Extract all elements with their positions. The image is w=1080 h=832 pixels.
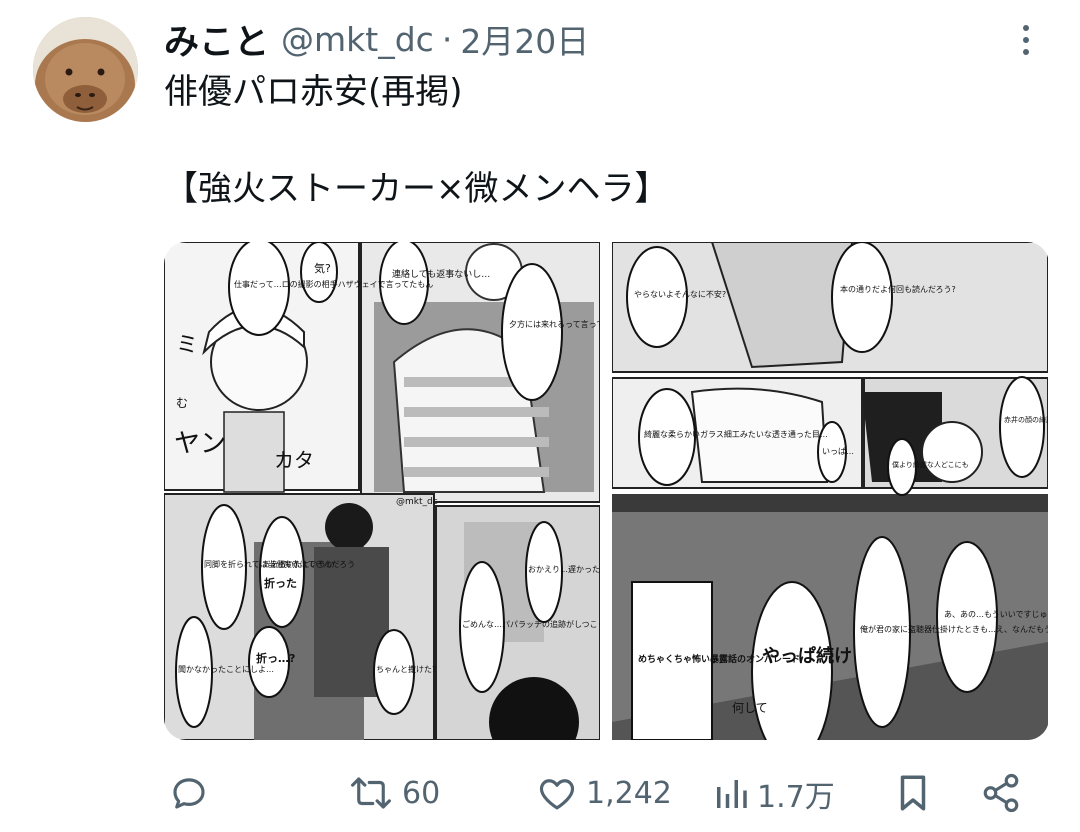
tweet-text-line2: 【強火ストーカー×微メンヘラ】 (164, 169, 669, 209)
manga-text: 本の通りだよ何回も読んだろう? (840, 284, 956, 294)
more-button[interactable] (1008, 20, 1044, 60)
views-button[interactable]: 1.7万 (713, 772, 835, 816)
share-button[interactable] (980, 772, 1022, 814)
like-icon (539, 779, 575, 810)
manga-text: ごめんな…パパラッチの追跡がしつこくて (462, 619, 600, 629)
manga-text: 夕方には来れるって言ってたのにもう夜だし…… (509, 319, 600, 329)
tweet-date[interactable]: 2月20日 (460, 15, 589, 63)
bookmark-button[interactable] (895, 772, 931, 814)
manga-text: カタ (274, 448, 314, 472)
retweet-button[interactable]: 60 (348, 772, 440, 814)
manga-text: 綺麗な柔らかいガラス細工みたいな透き通った目… (644, 429, 828, 439)
manga-text: 同脚を折られては当分魔赤はできんだろう (204, 559, 355, 569)
user-handle[interactable]: @mkt_dc (281, 20, 434, 59)
manga-text: 俺が君の家に盗聴器仕掛けたときも…え、なんだもういい? (860, 624, 1048, 634)
view-count: 1.7万 (757, 780, 835, 815)
manga-text: 折っ…? (256, 651, 295, 665)
manga-text: 何して (732, 701, 768, 715)
manga-text: 聞かなかったことにしよ… (178, 665, 274, 674)
media-grid: 気? 連絡しても返事ないし… 夕方には来れるって言ってたのにもう夜だし…… 仕事… (164, 242, 1049, 740)
manga-text: 赤井の顔の綺麗な人いっぱいいるから (1004, 415, 1048, 424)
manga-text: ちゃんと撒けた? (376, 664, 436, 674)
avatar-capybara-icon (33, 17, 138, 122)
manga-text: ミ (176, 333, 198, 358)
manga-text: む (176, 396, 188, 410)
manga-text: おかえり…遅かったですね (528, 565, 600, 574)
media-image-2[interactable]: 本の通りだよ何回も読んだろう? やらないよそんなに不安? 赤井の顔の綺麗な人いっ… (612, 242, 1048, 740)
share-icon (983, 773, 1019, 813)
bookmark-icon (900, 775, 926, 811)
reply-button[interactable] (168, 772, 218, 814)
action-bar: 60 1,242 1.7万 (0, 760, 1080, 830)
more-icon (1023, 25, 1029, 31)
manga-text: ヤン (174, 429, 226, 459)
retweet-count: 60 (402, 775, 441, 811)
like-count: 1,242 (586, 775, 672, 811)
watermark: @mkt_dc (396, 497, 438, 507)
avatar[interactable] (33, 17, 138, 122)
manga-text: 僕より綺麗な人どこにも (892, 460, 969, 469)
manga-text: やらないよそんなに不安? (634, 289, 726, 299)
manga-text: あ、あの…もういいですじゅうぶんです… (944, 610, 1048, 619)
manga-text: やっぱ続け (762, 645, 852, 667)
tweet-text: 俳優パロ赤安(再掲) 【強火ストーカー×微メンヘラ】 (164, 70, 1044, 212)
like-button[interactable]: 1,242 (536, 772, 672, 814)
display-name[interactable]: みこと (164, 14, 269, 65)
media-image-1[interactable]: 気? 連絡しても返事ないし… 夕方には来れるって言ってたのにもう夜だし…… 仕事… (164, 242, 600, 740)
views-icon (717, 780, 747, 808)
reply-icon (173, 778, 205, 809)
manga-text: 仕事だって…ロの撮影の相手ハザウェイで言ってたもん (234, 279, 433, 289)
separator-dot: · (441, 19, 453, 59)
manga-text: 連絡しても返事ないし… (392, 268, 490, 280)
tweet-text-line1: 俳優パロ赤安(再掲) (164, 72, 463, 112)
retweet-icon (351, 777, 391, 809)
manga-text: 折った (264, 576, 297, 590)
manga-text: 気? (314, 261, 331, 275)
manga-text: いっぱ… (822, 447, 854, 456)
tweet-header: みこと @mkt_dc · 2月20日 (164, 14, 589, 64)
